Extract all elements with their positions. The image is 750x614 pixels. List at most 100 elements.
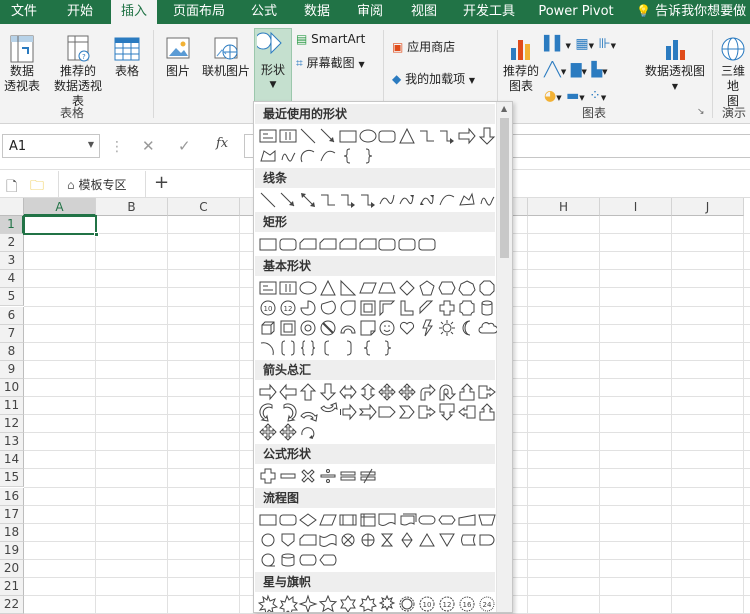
shape-curve-icon[interactable]: [318, 146, 338, 166]
shape-octagon-icon[interactable]: [477, 278, 497, 298]
shape-no-symbol-icon[interactable]: [318, 318, 338, 338]
3d-map-button[interactable]: 三维地 图: [716, 34, 750, 109]
shape-curve-l-icon[interactable]: [278, 402, 298, 422]
shape-star10-icon[interactable]: 10: [417, 594, 437, 612]
shape-circ-arrow-icon[interactable]: [298, 422, 318, 442]
column-header-c[interactable]: C: [168, 198, 240, 216]
app-store-button[interactable]: ▣ 应用商店: [392, 40, 468, 55]
shape-punched-tape-icon[interactable]: [318, 530, 338, 550]
combo-chart-icon[interactable]: ▙: [591, 62, 602, 78]
shape-internal-icon[interactable]: [358, 510, 378, 530]
shape-oval-icon[interactable]: [358, 126, 378, 146]
shape-scribble-icon[interactable]: [477, 190, 497, 210]
shape-vtextbox-icon[interactable]: [278, 126, 298, 146]
shape-arc-line-icon[interactable]: [258, 338, 278, 358]
shape-l-shape-icon[interactable]: [397, 298, 417, 318]
shapes-button[interactable]: 形状 ▼: [254, 28, 292, 106]
select-all-corner[interactable]: [0, 198, 24, 216]
column-header-b[interactable]: B: [96, 198, 168, 216]
shape-manual-input-icon[interactable]: [457, 510, 477, 530]
shape-stored-data-icon[interactable]: [457, 530, 477, 550]
recommended-charts-button[interactable]: 推荐的 图表: [500, 34, 542, 94]
shape-star7-icon[interactable]: [358, 594, 378, 612]
tab-file[interactable]: 文件: [0, 0, 48, 24]
shape-card-icon[interactable]: [338, 234, 358, 254]
shape-process-icon[interactable]: [258, 510, 278, 530]
shape-folded-corner-icon[interactable]: [358, 318, 378, 338]
row-header-15[interactable]: 15: [0, 469, 24, 488]
tab-view[interactable]: 视图: [402, 0, 446, 24]
statistics-chart-icon[interactable]: ▇: [571, 62, 582, 78]
shape-quad-arrow-icon[interactable]: [377, 382, 397, 402]
column-header-i[interactable]: I: [600, 198, 672, 216]
shape-elbow-arrow-icon[interactable]: [437, 126, 457, 146]
tab-data[interactable]: 数据: [295, 0, 339, 24]
shape-rtriangle-icon[interactable]: [338, 278, 358, 298]
shape-vtextbox-icon[interactable]: [278, 278, 298, 298]
row-header-17[interactable]: 17: [0, 505, 24, 524]
shape-card-icon[interactable]: [298, 234, 318, 254]
tell-me-search[interactable]: 💡 告诉我你想要做什: [634, 0, 750, 42]
shape-elbow-icon[interactable]: [318, 190, 338, 210]
shape-heptagon-icon[interactable]: [457, 278, 477, 298]
shape-divide-icon[interactable]: [318, 466, 338, 486]
shape-triangle-icon[interactable]: [318, 278, 338, 298]
shape-hexagon-icon[interactable]: [437, 278, 457, 298]
shape-callout-r-icon[interactable]: [477, 382, 497, 402]
row-header-14[interactable]: 14: [0, 451, 24, 470]
tab-home[interactable]: 开始: [56, 0, 104, 24]
shape-extract-icon[interactable]: [417, 530, 437, 550]
row-header-10[interactable]: 10: [0, 378, 24, 397]
shape-quad-arrow-icon[interactable]: [258, 422, 278, 442]
shape-textbox-icon[interactable]: [258, 126, 278, 146]
shape-explosion2-icon[interactable]: [278, 594, 298, 612]
shape-l-brace-icon[interactable]: [358, 338, 378, 358]
shape-diag-stripe-icon[interactable]: [417, 298, 437, 318]
hierarchy-chart-icon[interactable]: ▦: [575, 36, 588, 52]
shape-triangle-icon[interactable]: [397, 126, 417, 146]
shape-callout-r-icon[interactable]: [417, 402, 437, 422]
shape-card-icon[interactable]: [318, 234, 338, 254]
tab-power-pivot[interactable]: Power Pivot: [532, 0, 620, 24]
shape-arrow-icon[interactable]: [318, 126, 338, 146]
shape-star24-icon[interactable]: 24: [477, 594, 497, 612]
name-box[interactable]: A1 ▼: [2, 134, 100, 158]
column-header-h[interactable]: H: [528, 198, 600, 216]
shape-rrect-icon[interactable]: [377, 126, 397, 146]
shape-terminator-icon[interactable]: [417, 510, 437, 530]
shape-sort-icon[interactable]: [397, 530, 417, 550]
shape-pie-icon[interactable]: [298, 298, 318, 318]
shape-elbow-arrow-icon[interactable]: [338, 190, 358, 210]
pivot-table-button[interactable]: 数据 透视表: [2, 34, 42, 94]
shape-callout-u-icon[interactable]: [477, 402, 497, 422]
shape-connector-icon[interactable]: [258, 530, 278, 550]
shape-display-icon[interactable]: [318, 550, 338, 570]
row-header-4[interactable]: 4: [0, 270, 24, 289]
shape-collate-icon[interactable]: [377, 530, 397, 550]
scroll-up-arrow-icon[interactable]: ▲: [501, 104, 507, 113]
shape-parallelogram-icon[interactable]: [358, 278, 378, 298]
shape-r-bracket-icon[interactable]: [338, 338, 358, 358]
row-header-12[interactable]: 12: [0, 415, 24, 434]
row-header-19[interactable]: 19: [0, 541, 24, 560]
shape-merge-icon[interactable]: [437, 530, 457, 550]
shape-striped-r-icon[interactable]: [338, 402, 358, 422]
shape-scribble-icon[interactable]: [278, 146, 298, 166]
shape-callout-d-icon[interactable]: [437, 402, 457, 422]
column-header-j[interactable]: J: [672, 198, 744, 216]
shape-decagon-icon[interactable]: 10: [258, 298, 278, 318]
column-chart-icon[interactable]: ▌▌: [544, 36, 566, 52]
shape-freeform-shape-icon[interactable]: [258, 146, 278, 166]
scatter-chart-icon[interactable]: ⁘: [589, 88, 601, 104]
shape-alt-process-icon[interactable]: [278, 510, 298, 530]
scroll-thumb[interactable]: [500, 118, 509, 258]
shape-mag-disk-icon[interactable]: [278, 550, 298, 570]
shape-freeform-icon[interactable]: [457, 190, 477, 210]
fill-handle[interactable]: [94, 232, 99, 237]
gallery-scrollbar[interactable]: ▲: [496, 102, 512, 612]
shape-equal-icon[interactable]: [338, 466, 358, 486]
row-header-11[interactable]: 11: [0, 397, 24, 415]
shape-pentagon-icon[interactable]: [377, 402, 397, 422]
shape-curve-u-icon[interactable]: [298, 402, 318, 422]
shape-chevron-icon[interactable]: [397, 402, 417, 422]
